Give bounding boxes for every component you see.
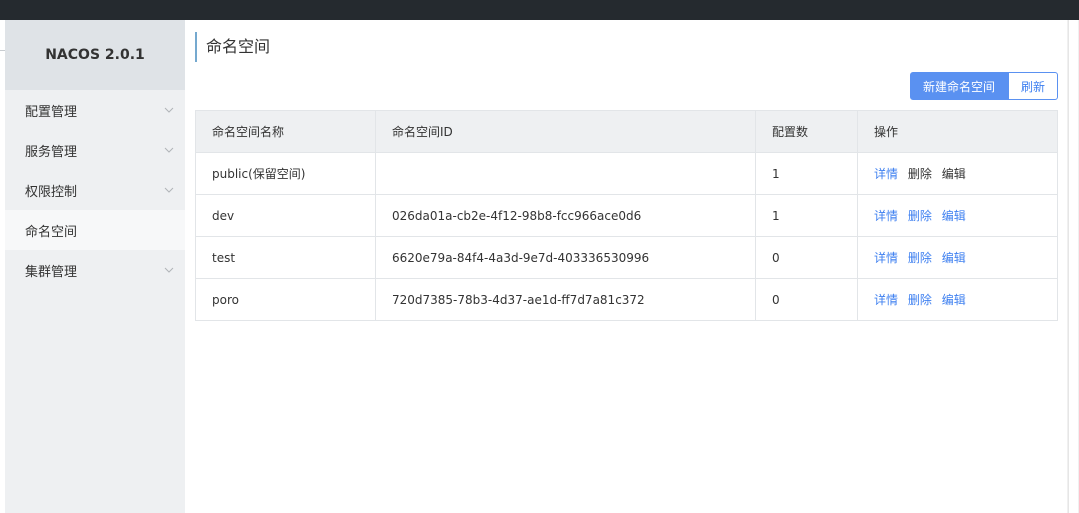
main-content: 命名空间 新建命名空间 刷新 命名空间名称 命名空间ID 配置数 操作 publ… bbox=[185, 20, 1067, 513]
chevron-down-icon bbox=[163, 104, 175, 116]
sidebar-item-label: 权限控制 bbox=[25, 184, 78, 200]
header-namespace-name: 命名空间名称 bbox=[195, 110, 376, 153]
page-title: 命名空间 bbox=[195, 32, 270, 62]
table-row: test 6620e79a-84f4-4a3d-9e7d-40333653099… bbox=[195, 236, 1058, 279]
table-row: poro 720d7385-78b3-4d37-ae1d-ff7d7a81c37… bbox=[195, 278, 1058, 321]
cell-namespace-id: 6620e79a-84f4-4a3d-9e7d-403336530996 bbox=[375, 236, 756, 279]
sidebar-item-label: 配置管理 bbox=[25, 104, 78, 120]
table-row: public(保留空间) 1 详情 删除 编辑 bbox=[195, 152, 1058, 195]
sidebar-item-cluster[interactable]: 集群管理 bbox=[5, 250, 185, 290]
detail-link[interactable]: 详情 bbox=[874, 167, 898, 181]
sidebar-item-permission[interactable]: 权限控制 bbox=[5, 170, 185, 210]
delete-link[interactable]: 删除 bbox=[908, 209, 932, 223]
detail-link[interactable]: 详情 bbox=[874, 209, 898, 223]
cell-namespace-name: public(保留空间) bbox=[195, 152, 376, 195]
cell-namespace-name: poro bbox=[195, 278, 376, 321]
edit-link[interactable]: 编辑 bbox=[942, 251, 966, 265]
namespace-table: 命名空间名称 命名空间ID 配置数 操作 public(保留空间) 1 详情 删… bbox=[195, 110, 1058, 321]
sidebar-item-service[interactable]: 服务管理 bbox=[5, 130, 185, 170]
delete-link[interactable]: 删除 bbox=[908, 293, 932, 307]
delete-link[interactable]: 删除 bbox=[908, 251, 932, 265]
sidebar-item-namespace[interactable]: 命名空间 bbox=[5, 210, 185, 250]
vertical-scrollbar[interactable] bbox=[1067, 20, 1079, 513]
cell-config-count: 1 bbox=[755, 194, 858, 237]
sidebar-item-label: 命名空间 bbox=[25, 224, 78, 240]
cell-operations: 详情 删除 编辑 bbox=[857, 194, 1058, 237]
chevron-down-icon bbox=[163, 264, 175, 276]
edit-link[interactable]: 编辑 bbox=[942, 167, 966, 181]
new-namespace-button[interactable]: 新建命名空间 bbox=[910, 72, 1008, 100]
header-config-count: 配置数 bbox=[755, 110, 858, 153]
table-row: dev 026da01a-cb2e-4f12-98b8-fcc966ace0d6… bbox=[195, 194, 1058, 237]
cell-namespace-id bbox=[375, 152, 756, 195]
delete-link[interactable]: 删除 bbox=[908, 167, 932, 181]
refresh-button[interactable]: 刷新 bbox=[1008, 72, 1058, 100]
cell-config-count: 0 bbox=[755, 236, 858, 279]
edit-link[interactable]: 编辑 bbox=[942, 209, 966, 223]
scrollbar-thumb[interactable] bbox=[1068, 20, 1078, 513]
chevron-down-icon bbox=[163, 184, 175, 196]
header-namespace-id: 命名空间ID bbox=[375, 110, 756, 153]
cell-operations: 详情 删除 编辑 bbox=[857, 236, 1058, 279]
sidebar: NACOS 2.0.1 配置管理 服务管理 权限控制 命名空间 集群管理 bbox=[5, 20, 185, 513]
sidebar-menu: 配置管理 服务管理 权限控制 命名空间 集群管理 bbox=[5, 90, 185, 290]
detail-link[interactable]: 详情 bbox=[874, 251, 898, 265]
cell-namespace-id: 026da01a-cb2e-4f12-98b8-fcc966ace0d6 bbox=[375, 194, 756, 237]
cell-config-count: 0 bbox=[755, 278, 858, 321]
cell-operations: 详情 删除 编辑 bbox=[857, 152, 1058, 195]
header-operations: 操作 bbox=[857, 110, 1058, 153]
cell-namespace-id: 720d7385-78b3-4d37-ae1d-ff7d7a81c372 bbox=[375, 278, 756, 321]
sidebar-item-config[interactable]: 配置管理 bbox=[5, 90, 185, 130]
brand-title: NACOS 2.0.1 bbox=[5, 20, 185, 90]
cell-operations: 详情 删除 编辑 bbox=[857, 278, 1058, 321]
top-header-bar bbox=[0, 0, 1079, 20]
chevron-down-icon bbox=[163, 144, 175, 156]
sidebar-item-label: 集群管理 bbox=[25, 264, 78, 280]
detail-link[interactable]: 详情 bbox=[874, 293, 898, 307]
cell-namespace-name: test bbox=[195, 236, 376, 279]
sidebar-item-label: 服务管理 bbox=[25, 144, 78, 160]
edit-link[interactable]: 编辑 bbox=[942, 293, 966, 307]
cell-namespace-name: dev bbox=[195, 194, 376, 237]
cell-config-count: 1 bbox=[755, 152, 858, 195]
table-header-row: 命名空间名称 命名空间ID 配置数 操作 bbox=[195, 110, 1058, 153]
